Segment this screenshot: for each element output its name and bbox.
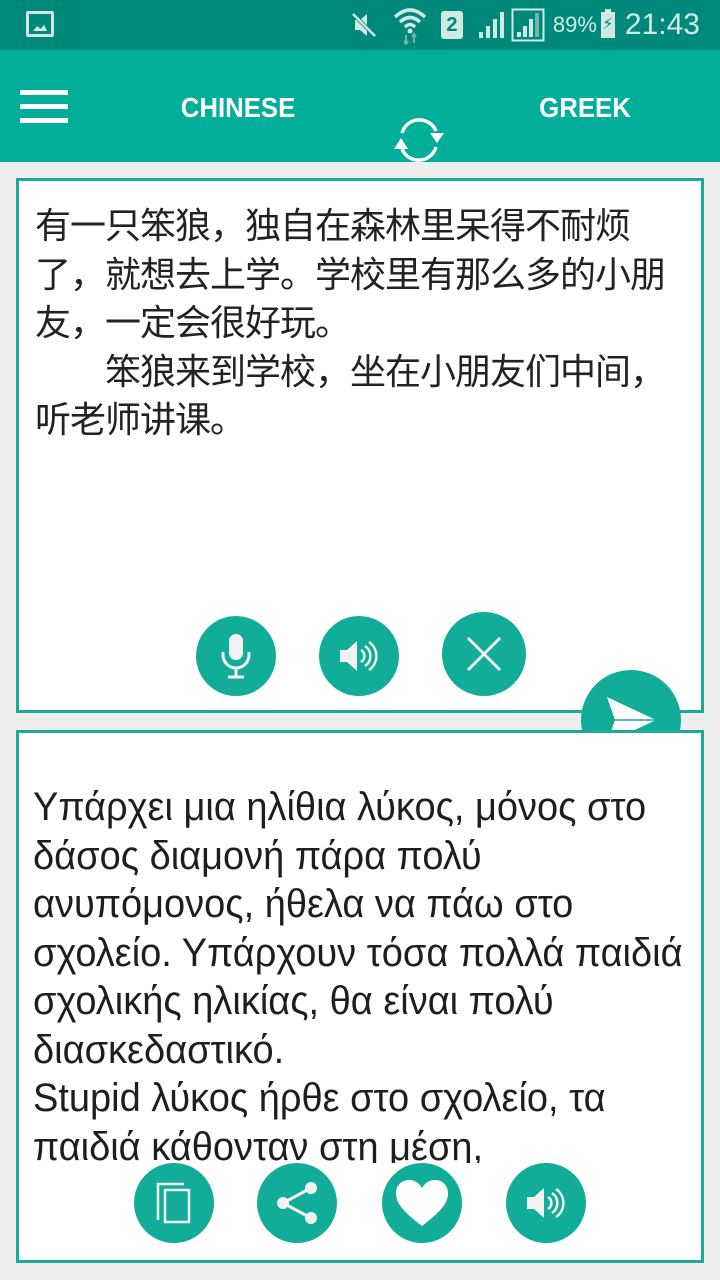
app-bar: CHINESE GREEK	[0, 50, 720, 162]
source-text-input[interactable]: 有一只笨狼，独自在森林里呆得不耐烦了，就想去上学。学校里有那么多的小朋友，一定会…	[35, 203, 675, 446]
hamburger-menu-icon[interactable]	[20, 90, 68, 124]
heart-icon	[396, 1180, 448, 1226]
source-panel: 有一只笨狼，独自在森林里呆得不耐烦了，就想去上学。学校里有那么多的小朋友，一定会…	[16, 178, 704, 713]
status-icons: 2 89% ⚡ 21:43	[349, 0, 700, 50]
target-panel: Υπάρχει μια ηλίθια λύκος, μόνος στο δάσο…	[16, 730, 704, 1263]
status-bar: 2 89% ⚡ 21:43	[0, 0, 720, 50]
sim-2-icon: 2	[440, 11, 463, 39]
battery-charging-icon: ⚡	[600, 9, 615, 38]
mute-icon	[350, 11, 378, 39]
speak-target-button[interactable]	[506, 1163, 586, 1243]
signal-icon	[478, 12, 504, 38]
speaker-icon	[527, 1187, 565, 1219]
clock: 21:43	[624, 8, 700, 41]
battery-percent: 89%	[552, 12, 597, 37]
microphone-button[interactable]	[196, 616, 276, 696]
wifi-data-icon	[393, 8, 427, 45]
signal-icon-sim2	[511, 8, 545, 42]
speaker-icon	[340, 640, 378, 672]
microphone-icon	[221, 634, 251, 679]
source-language-button[interactable]: CHINESE	[164, 86, 311, 130]
share-button[interactable]	[257, 1163, 337, 1243]
target-language-button[interactable]: GREEK	[525, 86, 645, 130]
close-icon	[466, 636, 502, 672]
copy-icon	[156, 1182, 191, 1224]
copy-button[interactable]	[134, 1163, 214, 1243]
gallery-icon	[26, 11, 54, 37]
favorite-button[interactable]	[382, 1163, 462, 1243]
translated-text: Υπάρχει μια ηλίθια λύκος, μόνος στο δάσο…	[33, 785, 683, 1163]
swap-languages-icon[interactable]	[386, 107, 452, 173]
speak-source-button[interactable]	[319, 616, 399, 696]
clear-button[interactable]	[442, 612, 526, 696]
share-icon	[277, 1182, 317, 1224]
